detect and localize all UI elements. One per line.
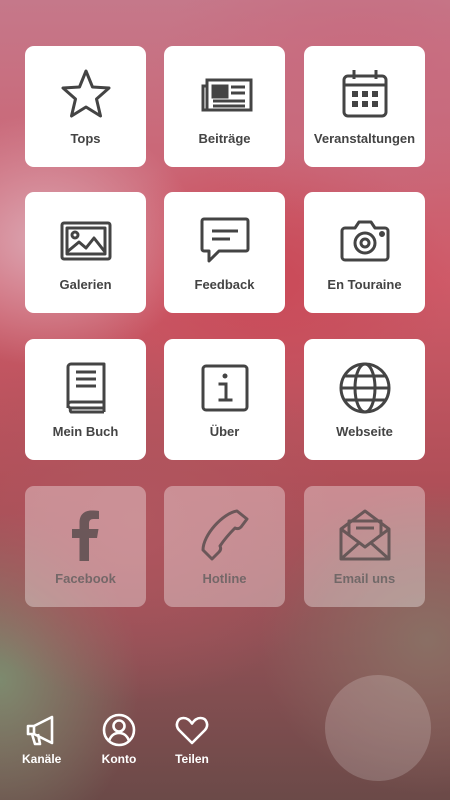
tile-feedback[interactable]: Feedback <box>164 192 285 313</box>
tile-beitraege[interactable]: Beiträge <box>164 46 285 167</box>
tile-ueber[interactable]: Über <box>164 339 285 460</box>
info-icon <box>195 358 255 418</box>
nav-kanaele[interactable]: Kanäle <box>22 712 61 766</box>
tile-label: Feedback <box>194 277 255 292</box>
tile-label: En Touraine <box>327 277 402 292</box>
tile-mein-buch[interactable]: Mein Buch <box>25 339 146 460</box>
facebook-icon <box>56 505 116 565</box>
nav-label: Teilen <box>175 752 209 766</box>
megaphone-icon <box>26 715 53 746</box>
image-icon <box>56 211 116 271</box>
tile-label: Über <box>209 424 240 439</box>
globe-icon <box>335 358 395 418</box>
bottom-nav: Kanäle Konto Teilen <box>0 700 450 800</box>
tile-veranstaltungen[interactable]: Veranstaltungen <box>304 46 425 167</box>
tile-label: Hotline <box>202 571 247 586</box>
menu-grid: Tops Beiträge Veranstaltungen Galerien F… <box>0 0 450 620</box>
user-circle-icon <box>102 713 136 747</box>
nav-label: Konto <box>101 752 137 766</box>
chat-bubble-icon <box>195 211 255 271</box>
tile-label: Beiträge <box>198 131 251 146</box>
tile-webseite[interactable]: Webseite <box>304 339 425 460</box>
nav-konto[interactable]: Konto <box>101 712 137 766</box>
calendar-icon <box>335 65 395 125</box>
tile-label: Galerien <box>59 277 112 292</box>
tile-label: Facebook <box>55 571 116 586</box>
star-icon <box>56 65 116 125</box>
camera-icon <box>335 211 395 271</box>
nav-teilen[interactable]: Teilen <box>174 712 210 766</box>
tile-tops[interactable]: Tops <box>25 46 146 167</box>
tile-label: Webseite <box>336 424 393 439</box>
tile-en-touraine[interactable]: En Touraine <box>304 192 425 313</box>
tile-label: Mein Buch <box>52 424 119 439</box>
tile-label: Veranstaltungen <box>313 131 416 146</box>
book-icon <box>56 358 116 418</box>
heart-icon <box>175 716 209 745</box>
tile-label: Tops <box>70 131 101 146</box>
tile-label: Email uns <box>333 571 396 586</box>
envelope-icon <box>335 505 395 565</box>
nav-label: Kanäle <box>22 752 62 766</box>
tile-galerien[interactable]: Galerien <box>25 192 146 313</box>
phone-icon <box>195 505 255 565</box>
tile-email-uns[interactable]: Email uns <box>304 486 425 607</box>
tile-hotline[interactable]: Hotline <box>164 486 285 607</box>
tile-facebook[interactable]: Facebook <box>25 486 146 607</box>
newspaper-icon <box>195 65 255 125</box>
